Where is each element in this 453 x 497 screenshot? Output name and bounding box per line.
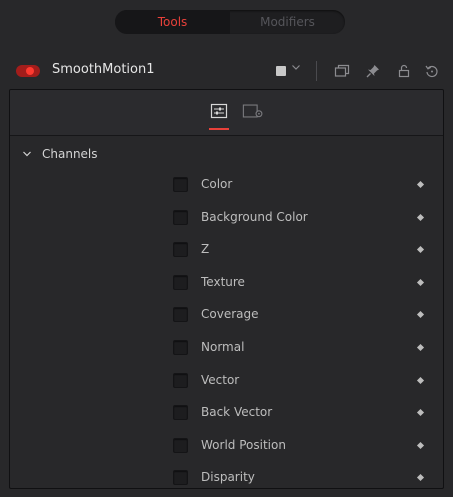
- keyframe-diamond-icon[interactable]: [416, 474, 425, 482]
- inspector-window: Tools Modifiers SmoothMotion1 Channels C…: [0, 0, 453, 497]
- tab-tools[interactable]: Tools: [115, 10, 230, 34]
- settings-panel-icon[interactable]: [242, 100, 264, 122]
- channel-row: Texture: [10, 267, 443, 300]
- channel-row: Back Vector: [10, 397, 443, 430]
- section-label: Channels: [42, 147, 98, 161]
- chevron-down-icon: [22, 150, 34, 158]
- keyframe-diamond-icon[interactable]: [416, 343, 425, 352]
- channel-label: Z: [201, 242, 210, 257]
- channel-label: Background Color: [201, 209, 308, 224]
- channel-row: Z: [10, 234, 443, 267]
- tool-enable-toggle[interactable]: [16, 65, 40, 77]
- panel-tab-bar: [10, 90, 443, 136]
- channel-label: Color: [201, 177, 233, 191]
- channel-checkbox[interactable]: [173, 177, 188, 192]
- channel-checkbox[interactable]: [173, 437, 188, 453]
- keyframe-diamond-icon[interactable]: [416, 246, 425, 254]
- channel-row: Color: [10, 169, 443, 202]
- inspector-panel: Channels Color Background Color Z Texture Co…: [9, 89, 444, 489]
- channel-label: Normal: [201, 339, 245, 354]
- header-divider: [316, 61, 317, 81]
- channel-checkbox[interactable]: [173, 372, 188, 388]
- keyframe-diamond-icon[interactable]: [416, 278, 425, 286]
- keyframe-diamond-icon[interactable]: [416, 441, 425, 449]
- channel-checkbox[interactable]: [173, 242, 188, 258]
- tool-color-chip[interactable]: [276, 66, 286, 76]
- tab-modifiers[interactable]: Modifiers: [230, 10, 345, 34]
- channel-row: Normal: [10, 332, 443, 365]
- lock-icon[interactable]: [395, 62, 413, 80]
- window-icon[interactable]: [333, 62, 351, 80]
- channel-label: Disparity: [201, 470, 255, 485]
- reset-icon[interactable]: [423, 62, 441, 80]
- tool-name: SmoothMotion1: [52, 62, 155, 77]
- keyframe-diamond-icon[interactable]: [416, 376, 425, 384]
- channel-label: Texture: [201, 274, 245, 289]
- channel-row: Background Color: [10, 202, 443, 235]
- channel-list: Color Background Color Z Texture Coverage Nor…: [10, 169, 443, 488]
- keyframe-diamond-icon[interactable]: [416, 213, 425, 221]
- tools-modifiers-switch: Tools Modifiers: [115, 10, 345, 34]
- channel-checkbox[interactable]: [173, 209, 188, 225]
- channel-row: Disparity: [10, 462, 443, 488]
- channel-row: Coverage: [10, 299, 443, 332]
- channel-checkbox[interactable]: [173, 339, 188, 355]
- tool-header: SmoothMotion1: [0, 54, 453, 88]
- channel-checkbox[interactable]: [173, 405, 188, 421]
- toggle-knob: [26, 67, 34, 75]
- channel-label: Back Vector: [201, 405, 273, 420]
- channel-checkbox[interactable]: [173, 307, 188, 323]
- sliders-icon[interactable]: [208, 100, 230, 122]
- channel-label: Vector: [201, 372, 240, 387]
- channel-label: World Position: [201, 437, 286, 452]
- channel-checkbox[interactable]: [173, 274, 188, 290]
- active-tab-indicator: [209, 128, 229, 130]
- pin-icon[interactable]: [364, 62, 382, 80]
- channel-row: World Position: [10, 430, 443, 463]
- channel-row: Vector: [10, 365, 443, 398]
- section-channels[interactable]: Channels: [22, 147, 98, 161]
- channel-label: Coverage: [201, 307, 259, 322]
- keyframe-diamond-icon[interactable]: [416, 409, 425, 417]
- keyframe-diamond-icon[interactable]: [416, 180, 425, 189]
- keyframe-diamond-icon[interactable]: [416, 311, 425, 319]
- chevron-down-icon[interactable]: [291, 62, 301, 75]
- channel-checkbox[interactable]: [173, 470, 188, 486]
